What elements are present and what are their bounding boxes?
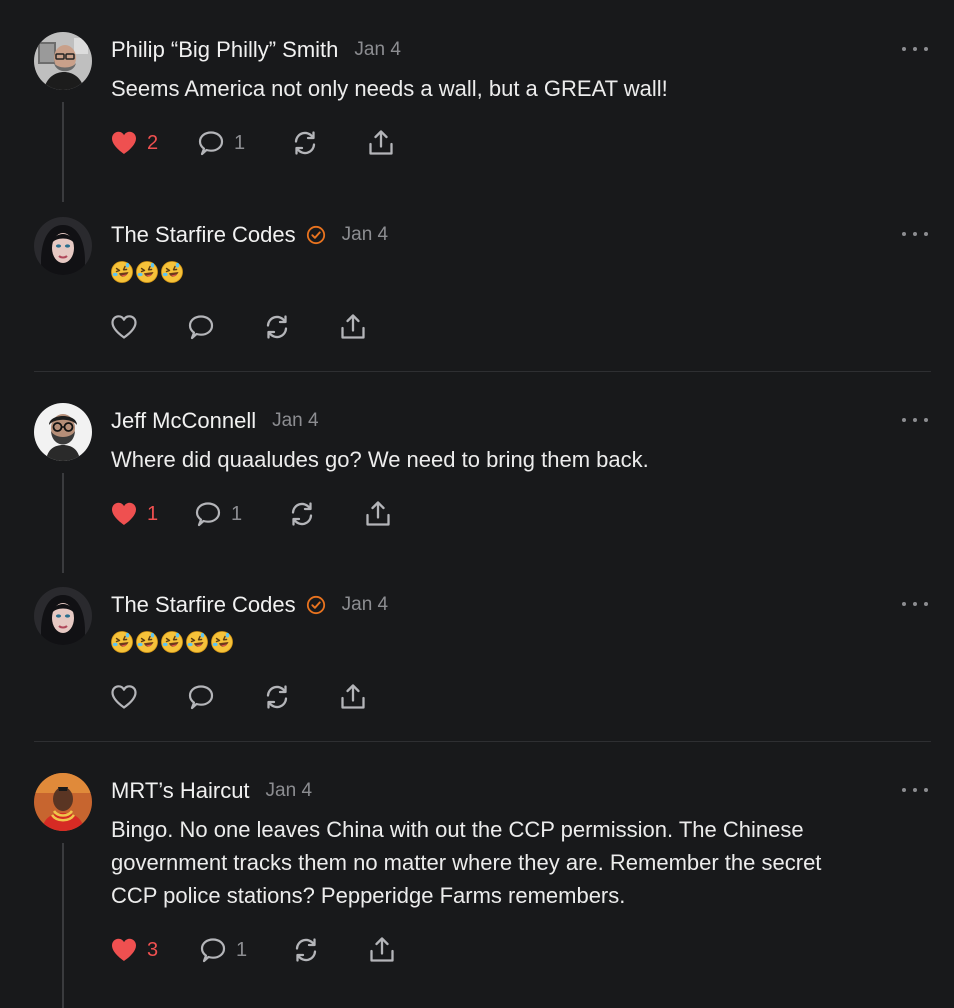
reply-button[interactable]: [186, 312, 216, 342]
comment-header: Jeff McConnell Jan 4: [111, 406, 319, 436]
restack-icon: [291, 935, 321, 965]
comment-starfire-codes: The Starfire Codes Jan 4: [0, 575, 954, 740]
heart-icon: [109, 682, 139, 712]
comment-text: Bingo. No one leaves China with out the …: [111, 813, 921, 912]
rolling-on-floor-laughing-emoji: [210, 630, 234, 654]
comment-thread: Philip “Big Philly” Smith Jan 4 Seems Am…: [0, 0, 954, 1008]
avatar[interactable]: [34, 32, 92, 90]
avatar[interactable]: [34, 587, 92, 645]
like-button[interactable]: [109, 682, 139, 712]
share-icon: [338, 312, 368, 342]
more-options-icon[interactable]: [902, 784, 928, 796]
like-count: 3: [147, 938, 159, 961]
comment-text-line: CCP police stations? Pepperidge Farms re…: [111, 883, 626, 908]
rolling-on-floor-laughing-emoji: [160, 260, 184, 284]
comment-text: Where did quaaludes go? We need to bring…: [111, 447, 649, 472]
comment-header: Philip “Big Philly” Smith Jan 4: [111, 35, 401, 65]
restack-button[interactable]: [287, 499, 317, 529]
like-button[interactable]: [109, 312, 139, 342]
comment-starfire-codes: The Starfire Codes Jan 4: [0, 205, 954, 370]
emoji-content: [110, 260, 184, 284]
share-icon: [367, 935, 397, 965]
like-count: 2: [147, 131, 159, 154]
comment-jeff-mcconnell: Jeff McConnell Jan 4 Where did quaaludes…: [0, 372, 954, 575]
author-name[interactable]: The Starfire Codes: [111, 592, 296, 618]
reply-button[interactable]: 1: [193, 499, 242, 529]
comment-header: MRT’s Haircut Jan 4: [111, 776, 312, 806]
restack-button[interactable]: [262, 312, 292, 342]
thread-line: [62, 102, 64, 202]
rolling-on-floor-laughing-emoji: [110, 630, 134, 654]
comment-icon: [193, 499, 223, 529]
comment-icon: [186, 682, 216, 712]
comment-icon: [186, 312, 216, 342]
comment-date[interactable]: Jan 4: [354, 39, 400, 61]
comment-header: The Starfire Codes Jan 4: [111, 220, 388, 250]
comment-date[interactable]: Jan 4: [272, 410, 318, 432]
comment-date[interactable]: Jan 4: [342, 594, 388, 616]
more-options-icon[interactable]: [902, 43, 928, 55]
reply-count: 1: [231, 502, 243, 525]
comment-text: Seems America not only needs a wall, but…: [111, 76, 668, 101]
comment-icon: [196, 128, 226, 158]
rolling-on-floor-laughing-emoji: [185, 630, 209, 654]
comment-date[interactable]: Jan 4: [342, 224, 388, 246]
reply-count: 1: [234, 131, 246, 154]
comment-text-line: government tracks them no matter where t…: [111, 850, 822, 875]
comment-philip-smith: Philip “Big Philly” Smith Jan 4 Seems Am…: [0, 0, 954, 205]
author-name[interactable]: Philip “Big Philly” Smith: [111, 37, 338, 63]
share-button[interactable]: [363, 499, 393, 529]
avatar[interactable]: [34, 217, 92, 275]
emoji-content: [110, 630, 234, 654]
more-options-icon[interactable]: [902, 598, 928, 610]
rolling-on-floor-laughing-emoji: [110, 260, 134, 284]
restack-icon: [262, 312, 292, 342]
like-button[interactable]: 2: [109, 128, 158, 158]
restack-icon: [262, 682, 292, 712]
author-name[interactable]: MRT’s Haircut: [111, 778, 250, 804]
comment-header: The Starfire Codes Jan 4: [111, 590, 388, 620]
share-button[interactable]: [367, 935, 397, 965]
like-button[interactable]: 3: [109, 935, 158, 965]
author-name[interactable]: Jeff McConnell: [111, 408, 256, 434]
more-options-icon[interactable]: [902, 228, 928, 240]
verified-badge-icon: [306, 225, 326, 245]
heart-icon: [109, 499, 139, 529]
share-icon: [338, 682, 368, 712]
comment-icon: [198, 935, 228, 965]
heart-icon: [109, 312, 139, 342]
avatar[interactable]: [34, 773, 92, 831]
thread-line: [62, 843, 64, 1008]
heart-icon: [109, 128, 139, 158]
verified-badge-icon: [306, 595, 326, 615]
share-icon: [363, 499, 393, 529]
like-count: 1: [147, 502, 159, 525]
author-name[interactable]: The Starfire Codes: [111, 222, 296, 248]
rolling-on-floor-laughing-emoji: [160, 630, 184, 654]
comment-text-line: Bingo. No one leaves China with out the …: [111, 817, 804, 842]
restack-button[interactable]: [291, 935, 321, 965]
share-button[interactable]: [338, 682, 368, 712]
share-icon: [366, 128, 396, 158]
share-button[interactable]: [338, 312, 368, 342]
restack-button[interactable]: [262, 682, 292, 712]
comment-date[interactable]: Jan 4: [266, 780, 312, 802]
thread-line: [62, 473, 64, 573]
reply-count: 1: [236, 938, 248, 961]
reply-button[interactable]: 1: [198, 935, 247, 965]
reply-button[interactable]: [186, 682, 216, 712]
restack-icon: [287, 499, 317, 529]
comment-mrts-haircut: MRT’s Haircut Jan 4 Bingo. No one leaves…: [0, 742, 954, 1008]
share-button[interactable]: [366, 128, 396, 158]
restack-button[interactable]: [290, 128, 320, 158]
avatar[interactable]: [34, 403, 92, 461]
like-button[interactable]: 1: [109, 499, 158, 529]
rolling-on-floor-laughing-emoji: [135, 630, 159, 654]
heart-icon: [109, 935, 139, 965]
restack-icon: [290, 128, 320, 158]
reply-button[interactable]: 1: [196, 128, 245, 158]
rolling-on-floor-laughing-emoji: [135, 260, 159, 284]
more-options-icon[interactable]: [902, 414, 928, 426]
